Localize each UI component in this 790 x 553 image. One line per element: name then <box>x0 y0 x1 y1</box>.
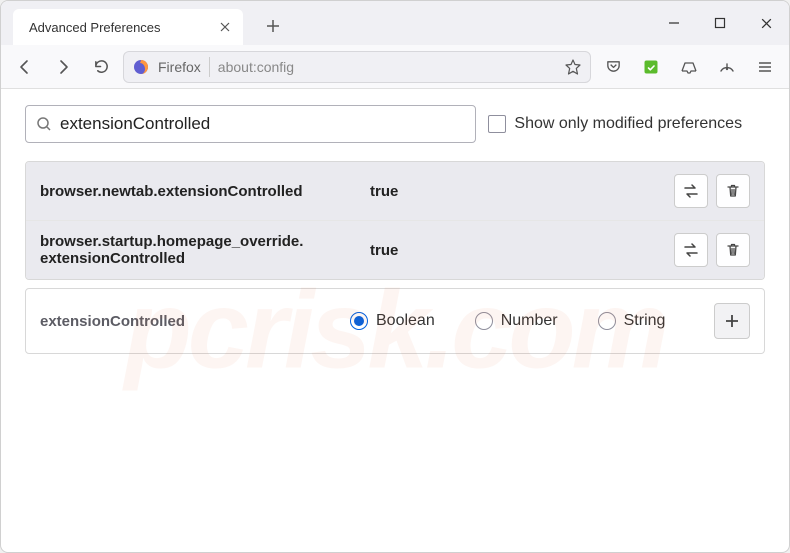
maximize-button[interactable] <box>697 1 743 45</box>
extension-icon[interactable] <box>635 51 667 83</box>
firefox-logo-icon <box>132 58 150 76</box>
preference-search-box[interactable] <box>25 105 476 143</box>
url-source-label: Firefox <box>158 59 201 75</box>
new-tab-button[interactable] <box>259 12 287 40</box>
add-preference-button[interactable] <box>714 303 750 339</box>
toolbar: Firefox about:config <box>1 45 789 89</box>
search-row: Show only modified preferences <box>25 105 765 143</box>
minimize-button[interactable] <box>651 1 697 45</box>
preference-name: browser.newtab.extensionControlled <box>40 183 370 200</box>
browser-window: Advanced Preferences <box>0 0 790 553</box>
show-only-checkbox[interactable] <box>488 115 506 133</box>
radio-dot-icon <box>350 312 368 330</box>
forward-button[interactable] <box>47 51 79 83</box>
type-label: String <box>624 312 666 330</box>
bookmark-star-icon[interactable] <box>564 58 582 76</box>
radio-dot-icon <box>475 312 493 330</box>
preference-list: browser.newtab.extensionControlled true … <box>25 161 765 280</box>
delete-button[interactable] <box>716 233 750 267</box>
toggle-button[interactable] <box>674 174 708 208</box>
preference-row: browser.startup.homepage_override. exten… <box>26 221 764 279</box>
reload-button[interactable] <box>85 51 117 83</box>
window-controls <box>651 1 789 45</box>
type-label: Number <box>501 312 558 330</box>
new-preference-row: extensionControlled Boolean Number Strin… <box>25 288 765 354</box>
url-bar[interactable]: Firefox about:config <box>123 51 591 83</box>
delete-button[interactable] <box>716 174 750 208</box>
new-preference-name: extensionControlled <box>40 313 350 330</box>
show-only-modified[interactable]: Show only modified preferences <box>488 115 765 133</box>
toggle-button[interactable] <box>674 233 708 267</box>
url-address: about:config <box>218 59 294 75</box>
preference-row: browser.newtab.extensionControlled true <box>26 162 764 221</box>
row-actions <box>674 233 750 267</box>
preference-name: browser.startup.homepage_override. exten… <box>40 233 370 267</box>
tab-advanced-preferences[interactable]: Advanced Preferences <box>13 9 243 45</box>
url-divider <box>209 57 210 77</box>
row-actions <box>674 174 750 208</box>
preference-value: true <box>370 242 674 259</box>
preference-search-input[interactable] <box>60 114 465 134</box>
type-radios: Boolean Number String <box>350 312 714 330</box>
type-string[interactable]: String <box>598 312 666 330</box>
titlebar: Advanced Preferences <box>1 1 789 45</box>
pocket-icon[interactable] <box>597 51 629 83</box>
close-window-button[interactable] <box>743 1 789 45</box>
radio-dot-icon <box>598 312 616 330</box>
menu-button[interactable] <box>749 51 781 83</box>
tab-title: Advanced Preferences <box>29 20 217 35</box>
type-number[interactable]: Number <box>475 312 558 330</box>
gauge-icon[interactable] <box>711 51 743 83</box>
preference-value: true <box>370 183 674 200</box>
type-label: Boolean <box>376 312 435 330</box>
page-content: pcrisk.com Show only modified preference… <box>1 89 789 552</box>
back-button[interactable] <box>9 51 41 83</box>
type-boolean[interactable]: Boolean <box>350 312 435 330</box>
search-icon <box>36 116 52 132</box>
show-only-label: Show only modified preferences <box>514 115 742 133</box>
close-tab-icon[interactable] <box>217 19 233 35</box>
inbox-icon[interactable] <box>673 51 705 83</box>
